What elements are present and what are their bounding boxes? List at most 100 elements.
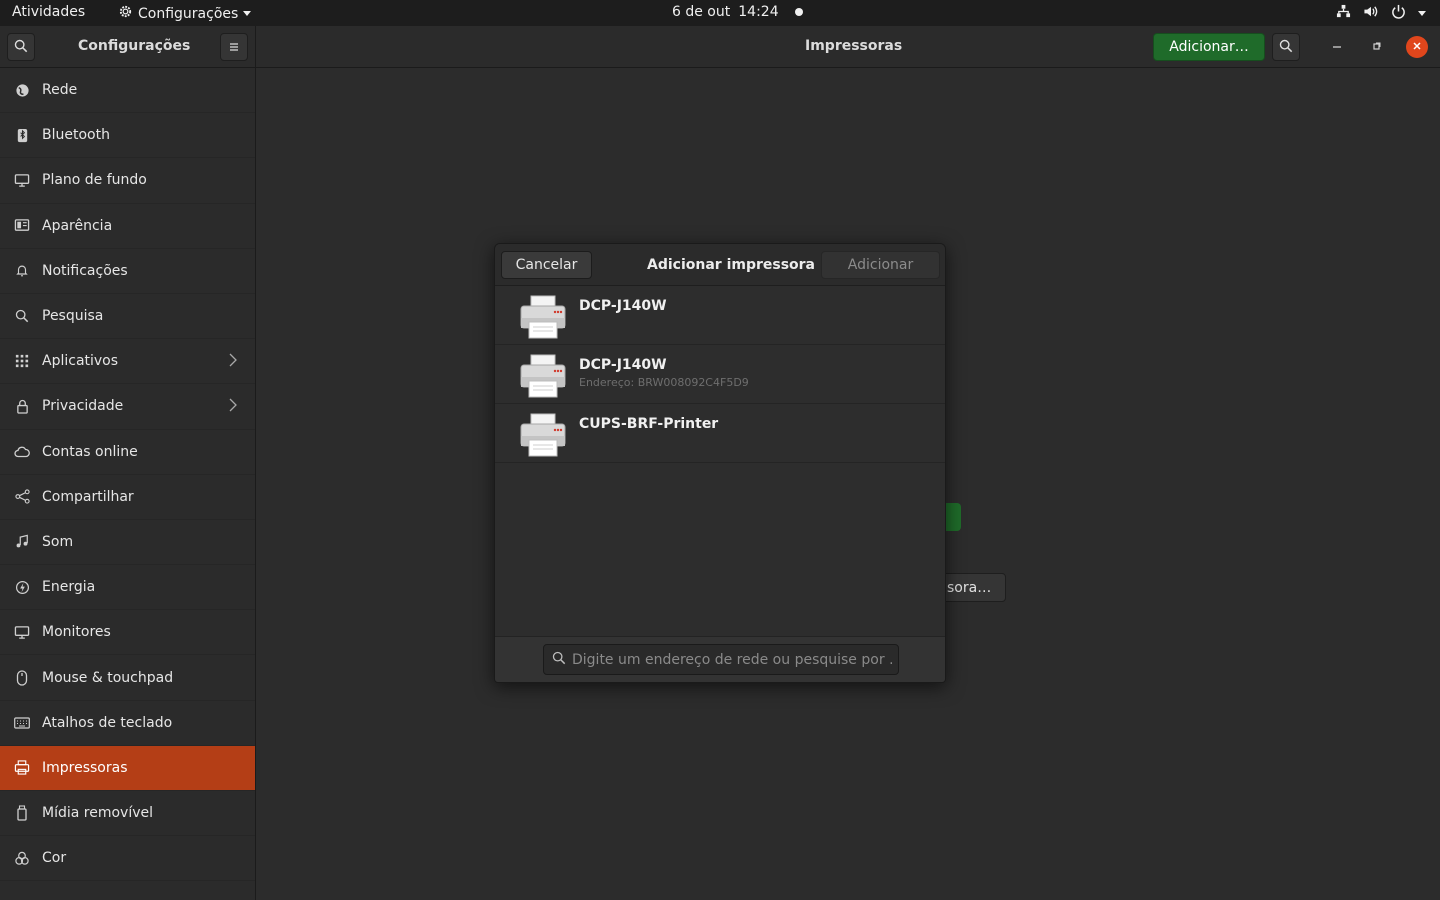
search-icon <box>552 650 566 669</box>
appearance-icon <box>14 218 30 234</box>
dialog-add-button[interactable]: Adicionar <box>821 251 940 279</box>
keyboard-icon <box>14 715 30 731</box>
sidebar-item[interactable]: Contas online <box>0 430 255 475</box>
primary-menu-button[interactable] <box>220 33 248 61</box>
printer-list: DCP-J140W DCP-J140W Endereço: BRW008092C4F… <box>495 286 945 636</box>
sidebar-item-label: Plano de fundo <box>42 172 147 189</box>
printer-name: DCP-J140W <box>579 357 667 373</box>
dialog-title: Adicionar impressora <box>647 257 816 273</box>
bell-icon <box>14 263 30 279</box>
sidebar-item[interactable]: Aplicativos <box>0 339 255 385</box>
sidebar-item-label: Notificações <box>42 262 128 279</box>
color-icon <box>14 850 30 866</box>
apps-grid-icon <box>14 353 30 369</box>
sidebar-title: Configurações <box>78 38 191 54</box>
sidebar-item[interactable]: Rede <box>0 68 255 114</box>
sidebar-item-label: Aplicativos <box>42 353 119 370</box>
sidebar-item[interactable]: Notificações <box>0 249 255 294</box>
printer-list-item[interactable]: CUPS-BRF-Printer <box>495 404 945 463</box>
sidebar-item-label: Bluetooth <box>42 127 110 144</box>
search-icon <box>14 38 28 57</box>
sidebar-header: Configurações <box>0 26 256 68</box>
sidebar-item[interactable]: Cor <box>0 836 255 882</box>
printer-icon <box>519 294 567 339</box>
sidebar-item-label: Impressoras <box>42 759 128 776</box>
restore-icon <box>1372 40 1382 54</box>
sidebar-item[interactable]: Mídia removível <box>0 791 255 837</box>
search-icon <box>14 308 30 324</box>
monitor-wallpaper-icon <box>14 172 30 188</box>
printer-search-button[interactable] <box>1272 33 1300 61</box>
printer-name: CUPS-BRF-Printer <box>579 416 719 432</box>
power-icon[interactable] <box>1391 4 1406 23</box>
sidebar-item[interactable]: Energia <box>0 565 255 611</box>
minimize-icon <box>1332 40 1342 54</box>
music-note-icon <box>14 534 30 550</box>
chevron-down-icon <box>243 11 252 16</box>
mouse-icon <box>14 669 30 686</box>
cloud-icon <box>14 444 30 460</box>
chevron-down-icon[interactable] <box>1418 11 1426 16</box>
app-menu-label: Configurações <box>138 5 239 22</box>
power-icon <box>14 579 30 595</box>
minimize-button[interactable] <box>1326 36 1348 58</box>
sidebar-item-label: Compartilhar <box>42 488 134 505</box>
printer-icon <box>14 760 30 776</box>
app-menu[interactable]: Configurações <box>118 4 252 23</box>
printer-search-input[interactable] <box>572 651 892 668</box>
sidebar-item[interactable]: Atalhos de teclado <box>0 701 255 746</box>
dialog-footer <box>495 636 945 682</box>
sidebar-item-label: Cor <box>42 850 67 867</box>
sidebar-item-label: Rede <box>42 82 78 99</box>
bluetooth-icon <box>14 127 30 143</box>
hamburger-menu-icon <box>228 38 240 57</box>
clock[interactable]: 6 de out 14:24 <box>672 4 803 20</box>
usb-drive-icon <box>14 805 30 821</box>
sidebar-item[interactable]: Privacidade <box>0 384 255 430</box>
add-printer-dialog: Cancelar Adicionar impressora Adicionar … <box>494 243 946 683</box>
sidebar-item-label: Mídia removível <box>42 805 154 822</box>
volume-icon[interactable] <box>1363 4 1379 23</box>
printer-address: Endereço: BRW008092C4F5D9 <box>579 376 749 389</box>
display-icon <box>14 624 30 640</box>
search-icon <box>1279 38 1293 57</box>
sidebar-item-label: Monitores <box>42 624 111 641</box>
sidebar-item[interactable]: Impressoras <box>0 745 255 791</box>
printer-icon <box>519 353 567 398</box>
sidebar-item-label: Energia <box>42 579 96 596</box>
lock-icon <box>14 398 30 414</box>
sidebar-item[interactable]: Compartilhar <box>0 475 255 520</box>
sidebar-item[interactable]: Mouse & touchpad <box>0 655 255 701</box>
close-button[interactable] <box>1406 36 1428 58</box>
top-bar: Atividades Configurações 6 de out 14:24 <box>0 0 1440 26</box>
sidebar-item[interactable]: Aparência <box>0 204 255 249</box>
maximize-button[interactable] <box>1366 36 1388 58</box>
header-bar: Configurações Impressoras Adicionar… <box>0 26 1440 68</box>
sidebar-item-label: Atalhos de teclado <box>42 714 173 731</box>
sidebar-item[interactable]: Som <box>0 520 255 566</box>
sidebar-item[interactable]: Pesquisa <box>0 294 255 340</box>
gear-icon <box>118 4 133 23</box>
activities-button[interactable]: Atividades <box>12 4 85 20</box>
sidebar-item[interactable]: Bluetooth <box>0 113 255 159</box>
background-add-printer-button: sora… <box>940 573 1006 602</box>
printer-search-field[interactable] <box>543 644 899 675</box>
sidebar-item[interactable]: Monitores <box>0 610 255 656</box>
sidebar-item-label: Mouse & touchpad <box>42 669 174 686</box>
clock-date: 6 de out <box>672 4 731 20</box>
chevron-right-icon <box>229 398 237 416</box>
printer-icon <box>519 412 567 457</box>
search-button[interactable] <box>7 33 35 61</box>
sidebar-item-label: Aparência <box>42 217 113 234</box>
network-icon[interactable] <box>1336 4 1351 23</box>
sidebar-item[interactable]: Plano de fundo <box>0 158 255 204</box>
cancel-button[interactable]: Cancelar <box>501 251 592 279</box>
add-printer-button[interactable]: Adicionar… <box>1153 33 1265 61</box>
printer-list-item[interactable]: DCP-J140W <box>495 286 945 345</box>
system-tray[interactable] <box>1336 4 1426 23</box>
printer-list-item[interactable]: DCP-J140W Endereço: BRW008092C4F5D9 <box>495 345 945 404</box>
chevron-right-icon <box>229 353 237 371</box>
dialog-header: Cancelar Adicionar impressora Adicionar <box>495 244 945 286</box>
printer-name: DCP-J140W <box>579 298 667 314</box>
sidebar-item-label: Som <box>42 533 74 550</box>
